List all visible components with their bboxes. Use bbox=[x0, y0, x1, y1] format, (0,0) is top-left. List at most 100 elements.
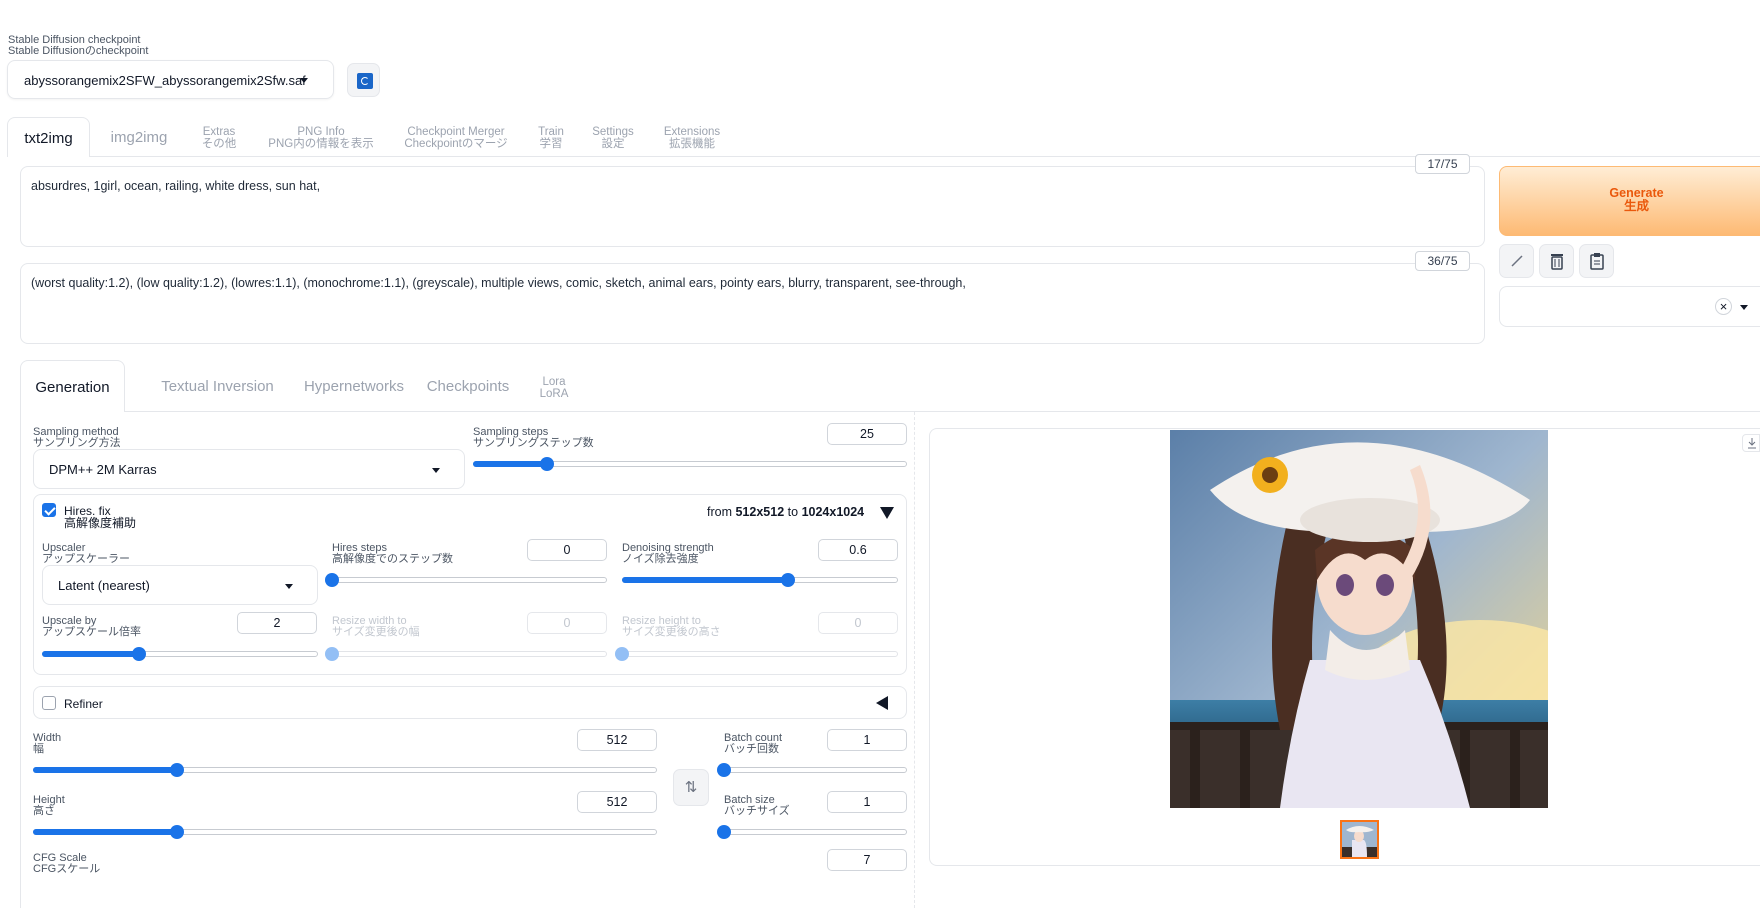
slider-handle bbox=[615, 647, 629, 661]
slider-handle[interactable] bbox=[131, 647, 146, 661]
tab-txt2img[interactable]: txt2img bbox=[7, 117, 90, 157]
batch-size-label: Batch size バッチサイズ bbox=[724, 794, 790, 817]
refresh-checkpoint-button[interactable] bbox=[347, 63, 380, 97]
checkpoint-select[interactable]: abyssorangemix2SFW_abyssorangemix2Sfw.sa… bbox=[7, 60, 334, 99]
height-slider[interactable] bbox=[33, 824, 657, 840]
chevron-down-icon bbox=[1740, 305, 1748, 310]
height-label: Height 高さ bbox=[33, 794, 65, 817]
resize-width-slider bbox=[325, 646, 607, 662]
width-input[interactable]: 512 bbox=[577, 729, 657, 751]
chevron-down-icon bbox=[300, 78, 308, 83]
tab-hypernetworks[interactable]: Hypernetworks bbox=[303, 360, 405, 395]
chevron-down-icon bbox=[432, 468, 440, 473]
upscaler-label: Upscaler アップスケーラー bbox=[42, 542, 130, 565]
upscaler-value: Latent (nearest) bbox=[58, 578, 150, 593]
clear-icon[interactable]: × bbox=[1715, 298, 1732, 315]
batch-count-input[interactable]: 1 bbox=[827, 729, 907, 751]
slider-handle[interactable] bbox=[539, 457, 554, 471]
generate-button[interactable]: Generate 生成 bbox=[1499, 166, 1760, 236]
tab-textual-inversion[interactable]: Textual Inversion bbox=[135, 360, 300, 395]
tab-settings[interactable]: Settings 設定 bbox=[581, 117, 645, 150]
collapse-triangle-icon[interactable] bbox=[880, 507, 894, 519]
hires-summary: from 512x512 to 1024x1024 bbox=[707, 505, 865, 519]
hires-steps-input[interactable]: 0 bbox=[527, 539, 607, 561]
slider-handle[interactable] bbox=[780, 573, 795, 587]
checkpoint-value: abyssorangemix2SFW_abyssorangemix2Sfw.sa… bbox=[24, 73, 306, 88]
swap-icon: ⇅ bbox=[684, 779, 698, 796]
generation-tabs: Generation Textual Inversion Hypernetwor… bbox=[20, 360, 1760, 412]
upscale-by-slider[interactable] bbox=[42, 646, 318, 662]
tab-extras[interactable]: Extras その他 bbox=[187, 117, 251, 150]
clipboard-button[interactable] bbox=[1579, 244, 1614, 278]
cfg-scale-input[interactable]: 7 bbox=[827, 849, 907, 871]
denoising-strength-label: Denoising strength ノイズ除去強度 bbox=[622, 542, 714, 565]
batch-size-input[interactable]: 1 bbox=[827, 791, 907, 813]
slider-handle bbox=[325, 647, 339, 661]
tab-train[interactable]: Train 学習 bbox=[529, 117, 573, 150]
clipboard-icon bbox=[1589, 253, 1604, 270]
download-button[interactable] bbox=[1742, 434, 1760, 452]
tab-img2img[interactable]: img2img bbox=[99, 117, 179, 146]
pencil-icon bbox=[1510, 255, 1523, 267]
hires-steps-slider[interactable] bbox=[325, 572, 607, 588]
prompt-token-counter: 17/75 bbox=[1415, 154, 1470, 174]
prompt-text: absurdres, 1girl, ocean, railing, white … bbox=[31, 179, 321, 193]
chevron-down-icon bbox=[285, 584, 293, 589]
generated-image[interactable] bbox=[1170, 430, 1548, 808]
tab-generation[interactable]: Generation bbox=[20, 360, 125, 412]
gallery-thumbnail[interactable] bbox=[1340, 820, 1379, 859]
negative-prompt-text: (worst quality:1.2), (low quality:1.2), … bbox=[31, 276, 966, 290]
checkpoint-label: Stable Diffusion checkpoint Stable Diffu… bbox=[8, 34, 149, 57]
refiner-label: Refiner bbox=[64, 697, 103, 711]
download-icon bbox=[1748, 438, 1756, 449]
cfg-scale-label: CFG Scale CFGスケール bbox=[33, 852, 101, 875]
denoising-strength-input[interactable]: 0.6 bbox=[818, 539, 898, 561]
height-input[interactable]: 512 bbox=[577, 791, 657, 813]
resize-height-label: Resize height to サイズ変更後の高さ bbox=[622, 615, 721, 638]
slider-handle[interactable] bbox=[325, 573, 339, 587]
trash-icon bbox=[1550, 254, 1563, 270]
styles-select[interactable]: × bbox=[1499, 286, 1760, 327]
tab-extensions[interactable]: Extensions 拡張機能 bbox=[653, 117, 731, 150]
denoising-strength-slider[interactable] bbox=[622, 572, 898, 588]
slider-handle[interactable] bbox=[169, 825, 184, 839]
batch-count-label: Batch count バッチ回数 bbox=[724, 732, 783, 755]
resize-height-input: 0 bbox=[818, 612, 898, 634]
upscaler-select[interactable]: Latent (nearest) bbox=[42, 565, 318, 605]
hires-fix-checkbox[interactable] bbox=[42, 503, 56, 517]
refresh-icon bbox=[357, 73, 373, 89]
prompt-input[interactable]: absurdres, 1girl, ocean, railing, white … bbox=[20, 166, 1485, 247]
tab-lora[interactable]: Lora LoRA bbox=[528, 360, 580, 400]
tab-png-info[interactable]: PNG Info PNG内の情報を表示 bbox=[259, 117, 383, 150]
refiner-checkbox[interactable] bbox=[42, 696, 56, 710]
width-slider[interactable] bbox=[33, 762, 657, 778]
sampling-steps-slider[interactable] bbox=[473, 456, 907, 472]
expand-triangle-icon[interactable] bbox=[876, 696, 888, 710]
swap-dimensions-button[interactable]: ⇅ bbox=[673, 769, 709, 806]
main-tabs: txt2img img2img Extras その他 PNG Info PNG内の情… bbox=[7, 117, 1760, 157]
negative-prompt-token-counter: 36/75 bbox=[1415, 251, 1470, 271]
slider-handle[interactable] bbox=[717, 763, 731, 777]
slider-handle[interactable] bbox=[717, 825, 731, 839]
width-label: Width 幅 bbox=[33, 732, 62, 755]
upscale-by-label: Upscale by アップスケール倍率 bbox=[42, 615, 141, 638]
hires-fix-label: Hires. fix 高解像度補助 bbox=[64, 504, 137, 530]
sampling-method-select[interactable]: DPM++ 2M Karras bbox=[33, 449, 465, 489]
upscale-by-input[interactable]: 2 bbox=[237, 612, 317, 634]
trash-button[interactable] bbox=[1539, 244, 1574, 278]
resize-height-slider bbox=[615, 646, 898, 662]
pencil-button[interactable] bbox=[1499, 244, 1534, 278]
tab-checkpoints[interactable]: Checkpoints bbox=[416, 360, 520, 395]
sampling-method-value: DPM++ 2M Karras bbox=[49, 462, 157, 477]
hires-steps-label: Hires steps 高解像度でのステップ数 bbox=[332, 542, 453, 565]
batch-count-slider[interactable] bbox=[717, 762, 907, 778]
refiner-section bbox=[33, 686, 907, 719]
sampling-steps-input[interactable]: 25 bbox=[827, 423, 907, 445]
negative-prompt-input[interactable]: (worst quality:1.2), (low quality:1.2), … bbox=[20, 263, 1485, 344]
slider-handle[interactable] bbox=[169, 763, 184, 777]
sampling-steps-label: Sampling steps サンプリングステップ数 bbox=[473, 426, 594, 449]
resize-width-label: Resize width to サイズ変更後の幅 bbox=[332, 615, 420, 638]
tab-checkpoint-merger[interactable]: Checkpoint Merger Checkpointのマージ bbox=[391, 117, 521, 150]
sampling-method-label: Sampling method サンプリング方法 bbox=[33, 426, 121, 449]
batch-size-slider[interactable] bbox=[717, 824, 907, 840]
